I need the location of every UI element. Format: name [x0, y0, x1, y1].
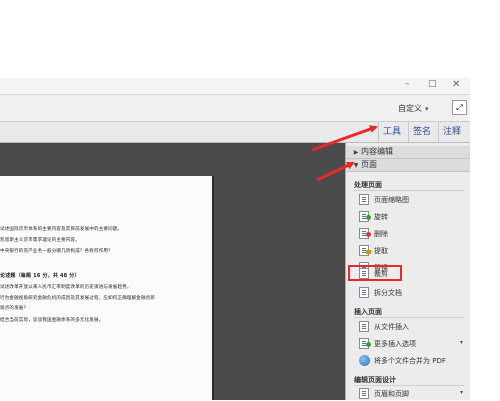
item-label: 页眉和页脚: [374, 390, 409, 398]
item-label: 从文件插入: [374, 323, 409, 331]
document-line: 凯恩斯主义货币需求理论的主要内容。: [0, 238, 80, 243]
thumbnails-icon: [359, 194, 369, 205]
task-tabs-bar: 工具 签名 注释: [0, 122, 470, 143]
item-label: 更多插入选项: [374, 340, 416, 348]
background-area: [0, 0, 500, 78]
chevron-down-icon: ▾: [425, 105, 429, 113]
document-page: 试述国际货币体系的主要内容及其目前发展中的主要问题。 凯恩斯主义货币需求理论的主…: [0, 176, 214, 400]
document-line: 行为金融视角研究金融危机的成因及其发展过程，应如何正确理解金融创新: [0, 296, 156, 301]
item-label: 删除: [374, 230, 388, 238]
section-pages[interactable]: ▼ 页面: [346, 159, 471, 172]
menu-bar: 自定义 ▾ ⤢: [0, 95, 470, 122]
split-icon: [359, 287, 369, 298]
section-pages-label: 页面: [361, 160, 377, 169]
header-footer-item[interactable]: 页眉和页脚 ▾: [359, 387, 463, 401]
document-line: 试述改革开放以来人民币汇率制度改革的历史演进与发展趋势。: [0, 285, 132, 290]
document-line: 观点的发展？: [0, 306, 29, 311]
rotate-item[interactable]: 旋转: [359, 210, 463, 224]
maximize-button[interactable]: □: [428, 79, 437, 89]
customize-dropdown[interactable]: 自定义 ▾: [398, 103, 429, 114]
window-titlebar: – □ ✕: [0, 78, 470, 95]
divider: [354, 385, 464, 386]
split-document-item[interactable]: 拆分文档: [359, 286, 463, 300]
item-label: 页面缩略图: [374, 196, 409, 204]
more-insert-options-item[interactable]: 更多插入选项 ▾: [359, 337, 463, 351]
crop-highlight-box: [348, 265, 402, 281]
combine-files-item[interactable]: 将多个文件合并为 PDF: [359, 354, 463, 368]
group-insert-pages: 插入页面: [354, 308, 382, 316]
rotate-icon: [359, 211, 371, 222]
item-label: 拆分文档: [374, 289, 402, 297]
document-line: 试述国际货币体系的主要内容及其目前发展中的主要问题。: [0, 227, 123, 232]
customize-label: 自定义: [398, 104, 422, 113]
header-footer-icon: [359, 388, 369, 399]
group-page-design: 编辑页面设计: [354, 376, 396, 384]
divider: [354, 317, 464, 318]
minimize-button[interactable]: –: [405, 79, 410, 89]
close-button[interactable]: ✕: [452, 79, 460, 90]
collapse-triangle-icon: ▼: [353, 162, 359, 169]
item-label: 提取: [374, 247, 388, 255]
tab-comment[interactable]: 注释: [438, 122, 465, 142]
combine-icon: [359, 355, 370, 366]
right-margin: [470, 78, 500, 400]
document-line: 结合当前实际，谈谈我国金融体系的多元化发展。: [0, 318, 104, 323]
tab-tools[interactable]: 工具: [378, 122, 405, 142]
delete-item[interactable]: 删除: [359, 227, 463, 241]
item-label: 旋转: [374, 213, 388, 221]
section-content-edit[interactable]: ▶ 内容编辑: [346, 146, 471, 159]
page-thumbnails-item[interactable]: 页面缩略图: [359, 193, 463, 207]
chevron-down-icon: ▾: [459, 389, 463, 396]
expand-icon[interactable]: ⤢: [452, 100, 467, 115]
insert-file-icon: [359, 321, 369, 332]
insert-from-file-item[interactable]: 从文件插入: [359, 320, 463, 334]
document-heading: 论述题（每题 16 分，共 48 分）: [0, 273, 80, 279]
divider: [354, 190, 464, 191]
extract-icon: [359, 245, 371, 256]
delete-page-icon: [359, 228, 371, 239]
tab-sign[interactable]: 签名: [408, 122, 435, 142]
extract-item[interactable]: 提取: [359, 244, 463, 258]
document-line: 中央银行的资产业务一般分哪几项构成？各有何作用？: [0, 249, 113, 254]
expand-triangle-icon: ▶: [353, 149, 359, 156]
chevron-down-icon: ▾: [459, 339, 463, 346]
more-insert-icon: [359, 338, 371, 349]
item-label: 将多个文件合并为 PDF: [374, 357, 446, 365]
section-content-edit-label: 内容编辑: [361, 147, 393, 156]
group-manage-pages: 处理页面: [354, 181, 382, 189]
